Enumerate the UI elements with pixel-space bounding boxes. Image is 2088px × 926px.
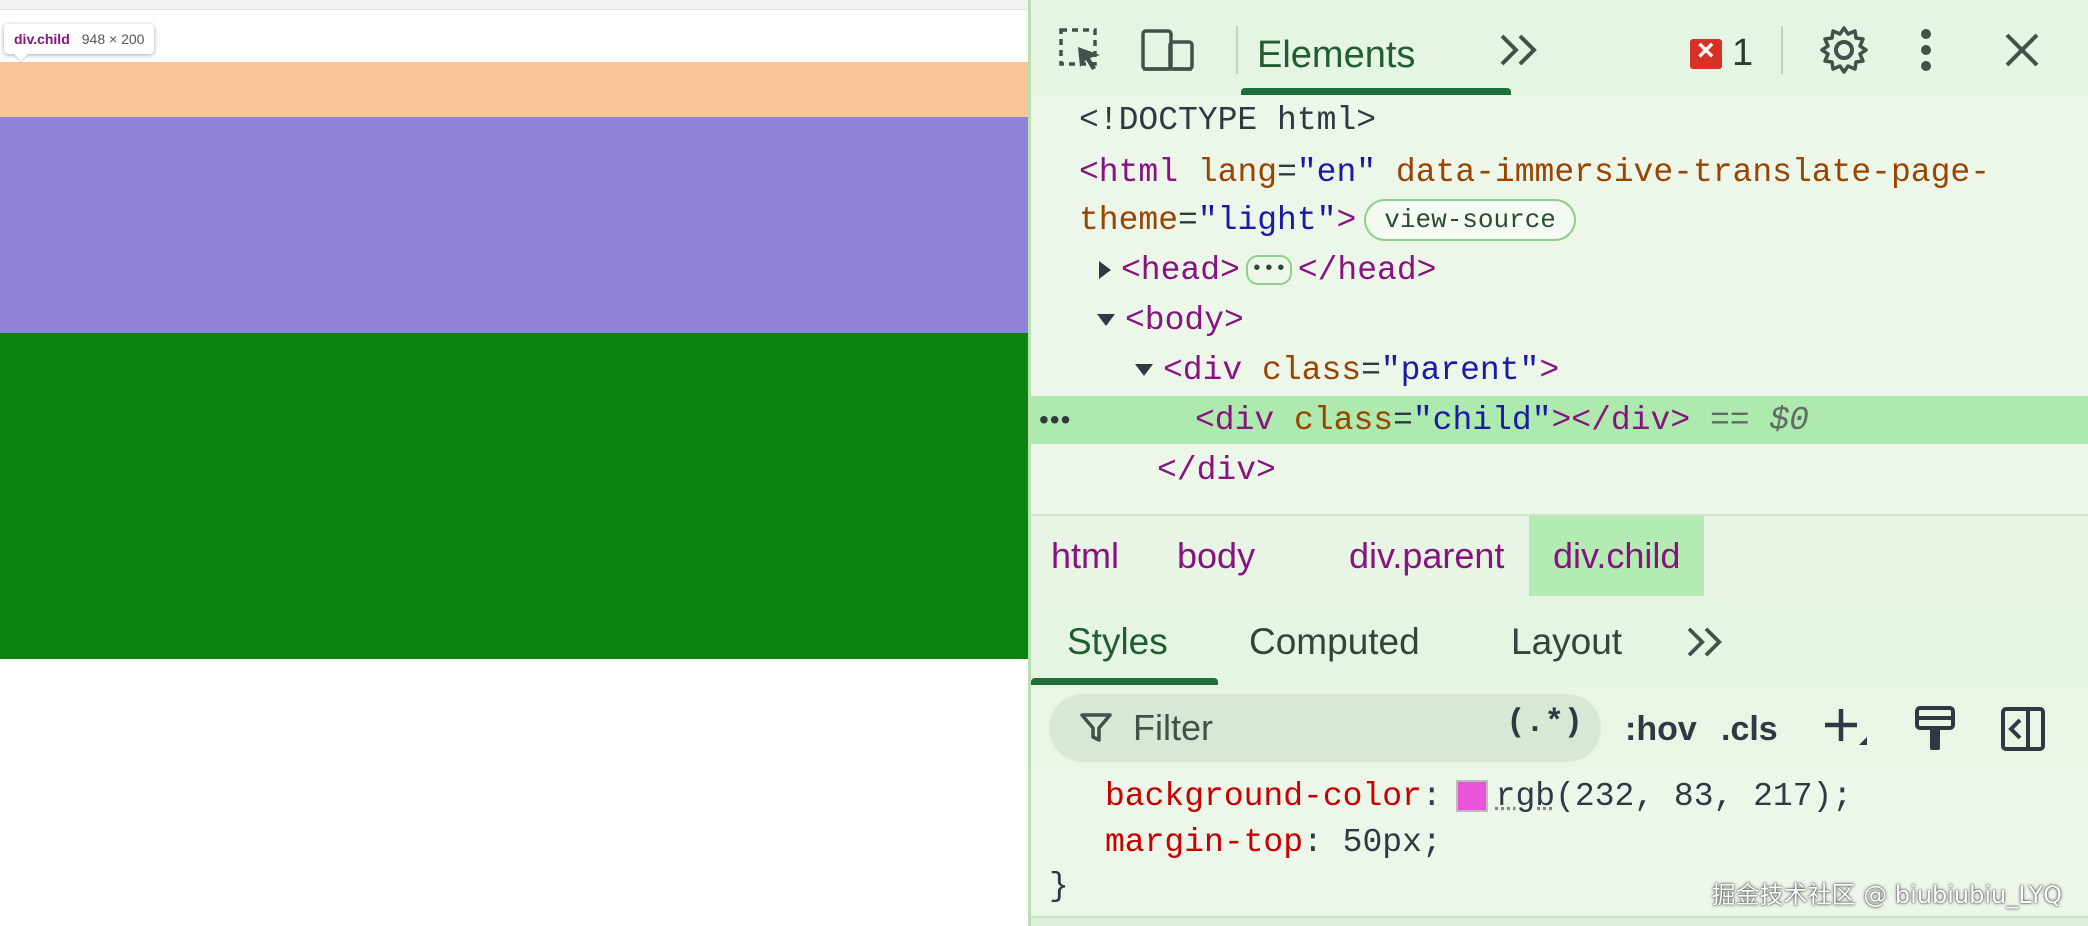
error-icon: [1690, 35, 1722, 69]
close-brace: }: [1049, 867, 1069, 905]
css-property-name[interactable]: margin-top: [1105, 824, 1303, 861]
child-margin-highlight: [0, 62, 1028, 117]
paint-brush-icon[interactable]: [1911, 700, 1959, 758]
breadcrumb-div-child[interactable]: div.child: [1529, 516, 1705, 596]
styles-filter-bar: Filter (.*) :hov .cls: [1031, 688, 2088, 770]
html-tag: <html: [1079, 153, 1179, 191]
tab-layout[interactable]: Layout: [1511, 614, 1622, 670]
dom-div-child-selected[interactable]: ••• <div class = "child" ></div> == $0: [1031, 396, 2088, 444]
close-icon[interactable]: [1999, 22, 2045, 78]
equals-sign: =: [1393, 401, 1413, 439]
page-preview: div.child 948 × 200: [0, 0, 1028, 926]
css-property-value[interactable]: (232, 83, 217);: [1555, 778, 1852, 815]
theme-attr: theme: [1079, 201, 1179, 239]
class-value-child: "child": [1412, 401, 1552, 439]
parent-background: [0, 333, 1028, 659]
new-rule-plus-icon[interactable]: [1819, 700, 1871, 758]
breadcrumb-body[interactable]: body: [1157, 516, 1275, 596]
tab-elements-underline: [1241, 88, 1511, 95]
element-inspect-tooltip: div.child 948 × 200: [4, 24, 155, 54]
tab-elements[interactable]: Elements: [1253, 22, 1419, 88]
toggle-sidebar-icon[interactable]: [1999, 700, 2047, 758]
error-counter[interactable]: 1: [1690, 32, 1753, 75]
node-actions-gutter[interactable]: •••: [1039, 404, 1071, 436]
breadcrumb: html body div.parent div.child: [1031, 514, 2088, 598]
regex-toggle[interactable]: (.*): [1506, 704, 1583, 741]
close-bracket: >: [1539, 351, 1560, 389]
css-declaration-margin-top[interactable]: margin-top: 50px;: [1031, 818, 2088, 866]
body-open-tag: <body>: [1125, 301, 1244, 339]
pane-bottom-edge: [1031, 916, 2088, 926]
div-close-tag: </div>: [1157, 451, 1276, 489]
hov-button[interactable]: :hov: [1625, 700, 1697, 758]
css-property-name[interactable]: background-color: [1105, 778, 1422, 815]
head-open-tag: <head>: [1121, 251, 1240, 289]
css-color-function[interactable]: rgb: [1496, 778, 1555, 815]
dom-html-open-cont[interactable]: theme = "light" > view-source: [1031, 196, 2088, 244]
div-close-inline: ></div>: [1551, 401, 1691, 439]
dom-head[interactable]: <head> ••• </head>: [1031, 246, 2088, 294]
dom-body[interactable]: <body>: [1031, 296, 2088, 344]
lang-value: "en": [1296, 153, 1377, 191]
theme-value: "light": [1197, 201, 1337, 239]
class-attr: class: [1294, 401, 1394, 439]
filter-input[interactable]: Filter (.*): [1049, 694, 1601, 762]
dom-tree: <!DOCTYPE html> <html lang = "en" data-imm…: [1031, 96, 2088, 514]
breadcrumb-html[interactable]: html: [1031, 516, 1139, 596]
tab-styles-underline: [1031, 678, 1218, 685]
close-bracket: >: [1336, 201, 1357, 239]
head-close-tag: </head>: [1297, 251, 1437, 289]
kebab-menu-icon[interactable]: [1911, 22, 1941, 78]
child-content-highlight: [0, 117, 1028, 333]
collapse-arrow-icon[interactable]: [1135, 364, 1153, 376]
doctype-text: <!DOCTYPE html>: [1079, 101, 1377, 139]
lang-attr: lang: [1197, 153, 1278, 191]
class-attr: class: [1262, 351, 1362, 389]
css-colon: :: [1303, 823, 1323, 861]
dom-div-parent[interactable]: <div class = "parent" >: [1031, 346, 2088, 394]
styles-tab-bar: Styles Computed Layout: [1031, 596, 2088, 688]
equals-sign: =: [1361, 351, 1381, 389]
filter-placeholder: Filter: [1133, 707, 1213, 748]
collapsed-ellipsis-button[interactable]: •••: [1245, 255, 1292, 285]
cls-button[interactable]: .cls: [1721, 700, 1778, 758]
collapse-arrow-icon[interactable]: [1097, 314, 1115, 326]
chevron-double-right-icon[interactable]: [1495, 22, 1545, 78]
div-open-tag: <div: [1195, 401, 1275, 439]
css-colon: :: [1421, 777, 1442, 815]
error-count: 1: [1732, 32, 1754, 74]
tooltip-element-name: div.child: [14, 31, 70, 47]
breadcrumb-div-parent[interactable]: div.parent: [1329, 516, 1524, 596]
filter-icon: [1079, 711, 1113, 745]
devtools-panel: Elements 1 <!DOCTYPE html> <html lang="e…: [1028, 0, 2088, 926]
div-open-tag: <div: [1163, 351, 1243, 389]
gear-icon[interactable]: [1815, 22, 1873, 78]
equals-sign: =: [1178, 201, 1198, 239]
expand-arrow-icon[interactable]: [1099, 261, 1111, 279]
chevron-double-right-icon[interactable]: [1685, 614, 1727, 670]
tab-computed[interactable]: Computed: [1249, 614, 1420, 670]
viewport-top-edge: [0, 0, 1028, 10]
tooltip-arrow: [14, 54, 28, 61]
color-swatch[interactable]: [1455, 780, 1488, 812]
device-toolbar-icon[interactable]: [1135, 22, 1201, 78]
immersive-attr: data-immersive-translate-page-: [1395, 153, 1991, 191]
dom-doctype[interactable]: <!DOCTYPE html>: [1031, 96, 2088, 144]
inspect-icon[interactable]: [1051, 22, 1111, 78]
tab-styles[interactable]: Styles: [1067, 614, 1168, 670]
tooltip-element-size: 948 × 200: [81, 31, 145, 47]
devtools-toolbar: Elements 1: [1031, 0, 2088, 96]
equals-sign: =: [1277, 153, 1297, 191]
dom-html-open[interactable]: <html lang = "en" data-immersive-translate…: [1031, 148, 2088, 196]
css-declaration-background-color[interactable]: background-color: rgb (232, 83, 217);: [1031, 772, 2088, 820]
class-value-parent: "parent": [1380, 351, 1540, 389]
console-reference-marker: == $0: [1709, 401, 1809, 439]
watermark: 掘金技术社区 @ biubiubiu_LYQ: [1711, 881, 2062, 909]
view-source-button[interactable]: view-source: [1364, 199, 1576, 241]
dom-div-parent-close[interactable]: </div>: [1031, 446, 2088, 494]
css-property-value[interactable]: 50px;: [1343, 824, 1442, 861]
